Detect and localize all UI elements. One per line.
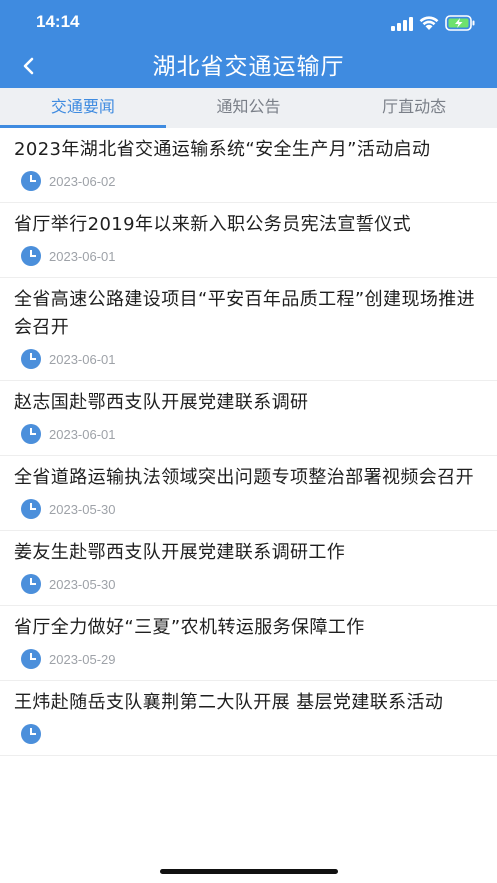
clock-icon: [21, 424, 41, 444]
news-meta: 2023-05-30: [21, 492, 481, 526]
news-meta: 2023-05-30: [21, 567, 481, 601]
list-item[interactable]: 赵志国赴鄂西支队开展党建联系调研 2023-06-01: [0, 381, 497, 456]
home-indicator[interactable]: [160, 869, 338, 874]
news-meta: 2023-06-01: [21, 417, 481, 451]
tab-department-updates[interactable]: 厅直动态: [331, 88, 497, 128]
list-item[interactable]: 全省高速公路建设项目“平安百年品质工程”创建现场推进会召开 2023-06-01: [0, 278, 497, 381]
battery-charging-icon: [445, 15, 475, 31]
news-date: 2023-06-01: [49, 248, 116, 264]
clock-icon: [21, 574, 41, 594]
list-item[interactable]: 2023年湖北省交通运输系统“安全生产月”活动启动 2023-06-02: [0, 128, 497, 203]
app-header: 14:14 湖北省交通运输厅: [0, 0, 497, 88]
news-title: 全省道路运输执法领域突出问题专项整治部署视频会召开: [14, 467, 474, 488]
news-meta: 2023-06-01: [21, 239, 481, 273]
news-title: 省厅全力做好“三夏”农机转运服务保障工作: [14, 617, 365, 638]
list-item[interactable]: 全省道路运输执法领域突出问题专项整治部署视频会召开 2023-05-30: [0, 456, 497, 531]
news-list: 2023年湖北省交通运输系统“安全生产月”活动启动 2023-06-02 省厅举…: [0, 128, 497, 756]
news-title: 赵志国赴鄂西支队开展党建联系调研: [14, 392, 309, 413]
tab-bar: 交通要闻 通知公告 厅直动态: [0, 88, 497, 128]
clock-icon: [21, 499, 41, 519]
clock-icon: [21, 649, 41, 669]
news-date: 2023-06-02: [49, 173, 116, 189]
tab-traffic-news[interactable]: 交通要闻: [0, 88, 166, 128]
status-bar: 14:14: [0, 0, 497, 46]
news-title: 姜友生赴鄂西支队开展党建联系调研工作: [14, 542, 346, 563]
news-date: 2023-06-01: [49, 351, 116, 367]
status-time: 14:14: [36, 12, 80, 31]
wifi-icon: [419, 16, 439, 30]
list-item[interactable]: 省厅举行2019年以来新入职公务员宪法宣誓仪式 2023-06-01: [0, 203, 497, 278]
news-date: 2023-05-30: [49, 501, 116, 517]
list-item[interactable]: 王炜赴随岳支队襄荆第二大队开展 基层党建联系活动: [0, 681, 497, 756]
clock-icon: [21, 246, 41, 266]
news-date: 2023-06-01: [49, 426, 116, 442]
tab-notices[interactable]: 通知公告: [166, 88, 332, 128]
clock-icon: [21, 724, 41, 744]
news-title: 省厅举行2019年以来新入职公务员宪法宣誓仪式: [14, 214, 412, 235]
news-date: 2023-05-30: [49, 576, 116, 592]
clock-icon: [21, 349, 41, 369]
news-title: 2023年湖北省交通运输系统“安全生产月”活动启动: [14, 139, 431, 160]
news-meta: [21, 717, 481, 751]
news-date: 2023-05-29: [49, 651, 116, 667]
list-item[interactable]: 姜友生赴鄂西支队开展党建联系调研工作 2023-05-30: [0, 531, 497, 606]
news-meta: 2023-05-29: [21, 642, 481, 676]
cellular-signal-icon: [391, 17, 413, 31]
page-title: 湖北省交通运输厅: [152, 54, 345, 80]
news-meta: 2023-06-01: [21, 342, 481, 376]
news-title: 王炜赴随岳支队襄荆第二大队开展 基层党建联系活动: [14, 692, 444, 713]
clock-icon: [21, 171, 41, 191]
list-item[interactable]: 省厅全力做好“三夏”农机转运服务保障工作 2023-05-29: [0, 606, 497, 681]
news-meta: 2023-06-02: [21, 164, 481, 198]
news-title: 全省高速公路建设项目“平安百年品质工程”创建现场推进会召开: [14, 289, 476, 338]
